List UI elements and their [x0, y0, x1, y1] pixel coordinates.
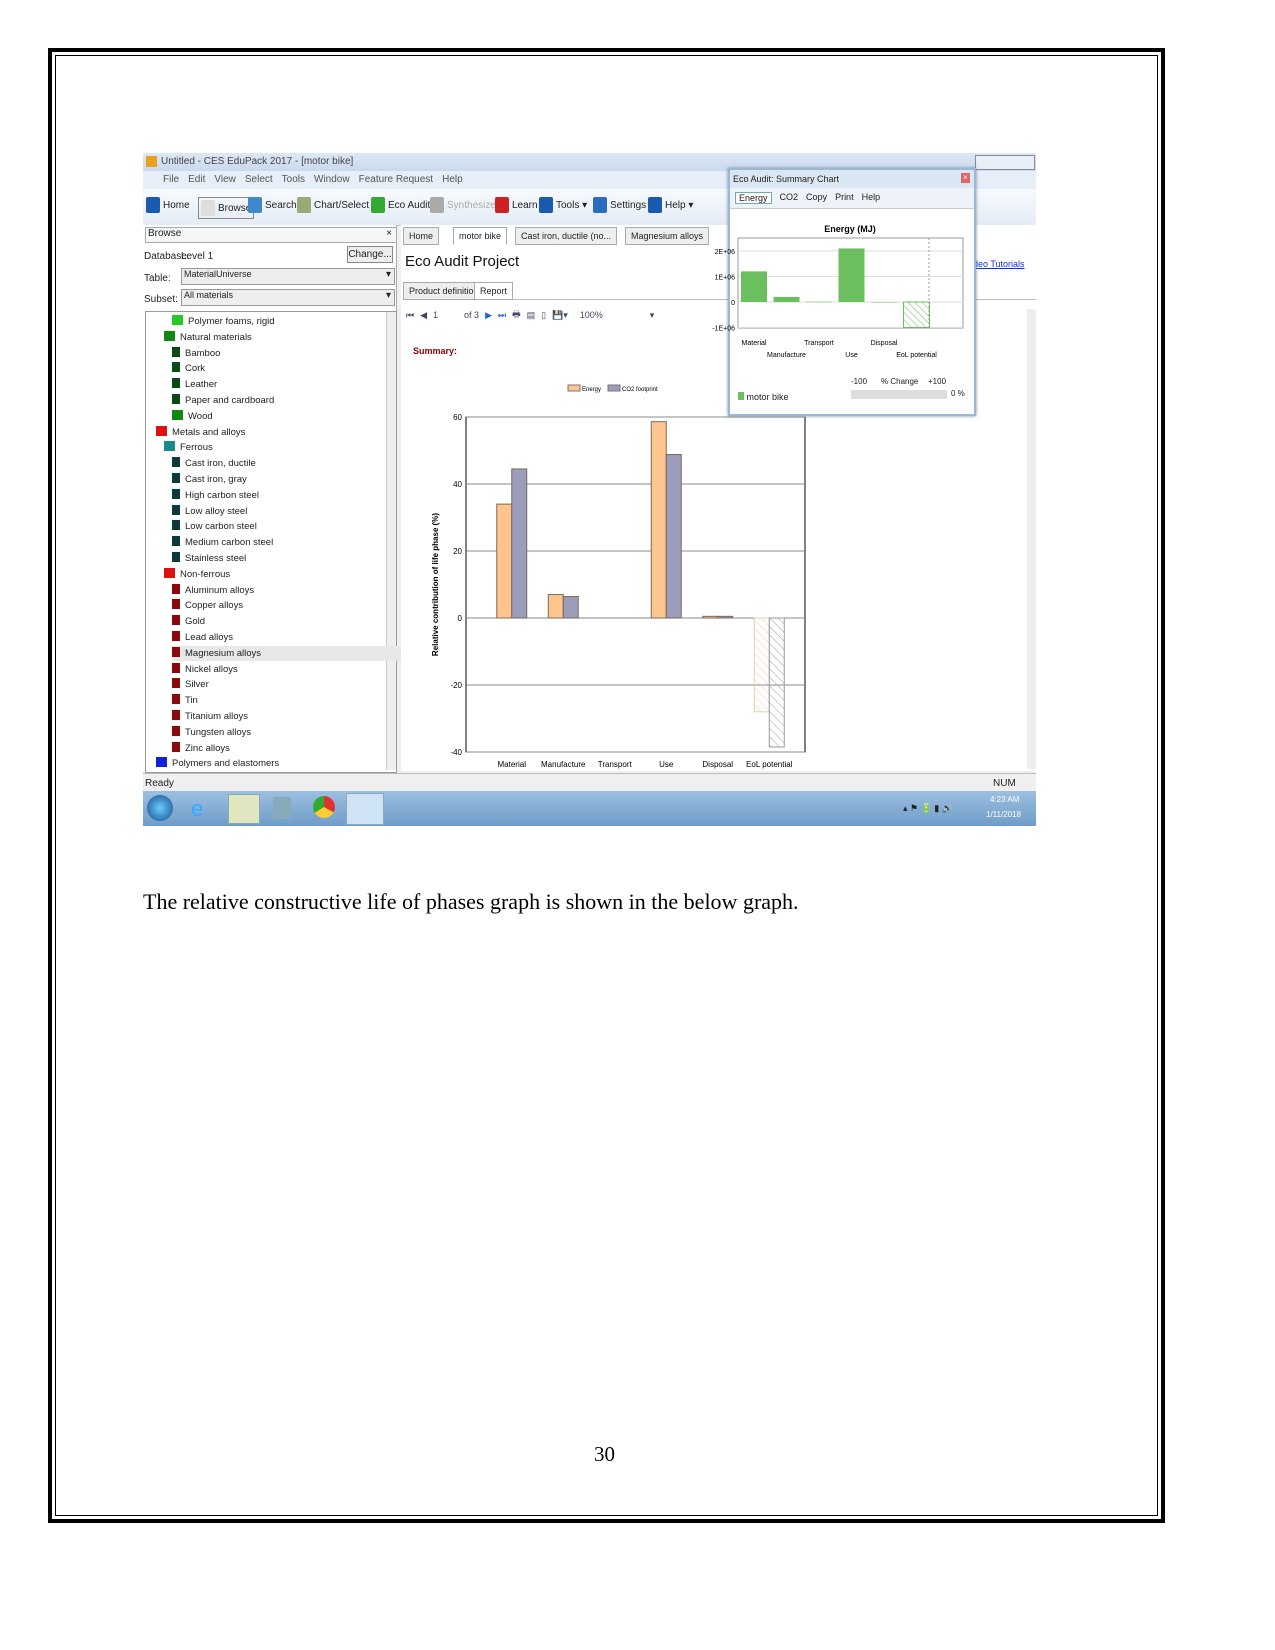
popup-copy-button[interactable]: Copy	[806, 192, 827, 204]
popup-print-button[interactable]: Print	[835, 192, 854, 204]
clock-date: 1/11/2018	[986, 810, 1021, 819]
change-max: +100	[928, 377, 947, 386]
bar-energy	[702, 615, 719, 619]
y-tick-label: 20	[453, 547, 462, 556]
change-value: 0 %	[951, 389, 965, 398]
y-tick-label: -20	[450, 681, 462, 690]
taskbar: e ▴ ⚑ 🔋 ▮ 🔊 4:23 AM 1/11/2018	[143, 791, 1036, 826]
x-tick-label: EoL potential	[746, 760, 793, 769]
y-tick-label: 0	[458, 614, 463, 623]
legend-label: CO2 footprint	[622, 387, 658, 393]
document-page: Untitled - CES EduPack 2017 - [motor bik…	[0, 0, 1275, 1650]
bar-energy	[496, 503, 513, 619]
y-tick-label: 40	[453, 480, 462, 489]
status-text: Ready	[145, 778, 174, 789]
num-indicator: NUM	[993, 778, 1016, 789]
tray-icons[interactable]: ▴ ⚑ 🔋 ▮ 🔊	[903, 803, 953, 814]
x-tick-label: Transport	[598, 760, 633, 769]
x-tick-label: Manufacture	[541, 760, 586, 769]
status-bar: Ready NUM	[143, 773, 1036, 792]
x-tick-label: Material	[498, 760, 527, 769]
bar-co2-footprint	[665, 454, 682, 619]
bar-energy	[547, 594, 564, 619]
explorer-icon[interactable]	[228, 794, 260, 824]
bar-co2-footprint	[562, 596, 579, 619]
legend-swatch	[567, 384, 581, 392]
page-number: 30	[594, 1442, 615, 1466]
popup-legend: motor bike	[746, 392, 789, 402]
legend-swatch	[607, 384, 621, 392]
popup-co2-button[interactable]: CO2	[780, 192, 799, 204]
popup-help-button[interactable]: Help	[862, 192, 881, 204]
summary-chart-window: Eco Audit: Summary Chart × Energy CO2 Copy…	[728, 168, 976, 416]
popup-energy-button[interactable]: Energy	[735, 192, 772, 204]
clock-time: 4:23 AM	[990, 795, 1020, 804]
popup-close-icon[interactable]: ×	[961, 173, 970, 183]
caption: The relative constructive life of phases…	[143, 889, 799, 914]
y-tick-label: -40	[450, 748, 462, 757]
change-slider[interactable]	[851, 390, 947, 399]
app-icon[interactable]	[273, 797, 291, 819]
bar-energy	[650, 421, 667, 619]
change-min: -100	[851, 377, 868, 386]
x-tick-label: Use	[659, 760, 674, 769]
bar-co2-footprint	[768, 617, 785, 748]
app-screenshot: Untitled - CES EduPack 2017 - [motor bik…	[143, 153, 1036, 826]
change-label: % Change	[881, 377, 919, 386]
ie-icon[interactable]: e	[191, 796, 203, 822]
y-tick-label: 60	[453, 413, 462, 422]
x-tick-label: Disposal	[702, 760, 733, 769]
popup-title: Eco Audit: Summary Chart	[733, 174, 840, 184]
start-button[interactable]	[147, 795, 173, 821]
edupack-taskbar-icon[interactable]	[346, 793, 384, 825]
bar-co2-footprint	[511, 468, 528, 619]
bar-energy	[753, 617, 770, 713]
legend-label: Energy	[582, 387, 601, 393]
bar-co2-footprint	[717, 615, 734, 619]
chrome-icon[interactable]	[313, 796, 335, 818]
y-axis-label: Relative contribution of life phase (%)	[431, 513, 440, 656]
